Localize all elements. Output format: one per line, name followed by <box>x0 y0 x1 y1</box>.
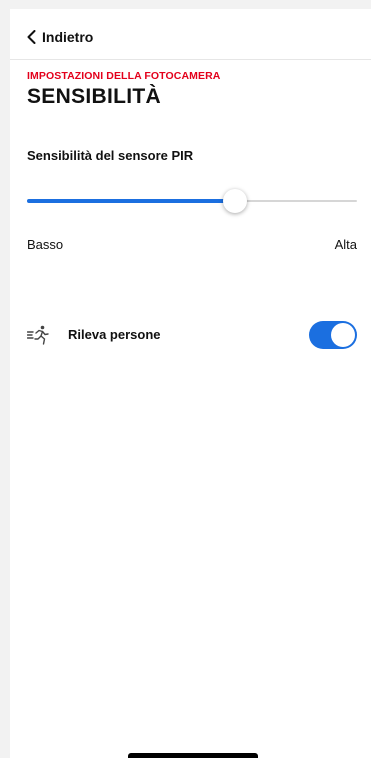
running-person-icon <box>27 325 49 345</box>
back-label: Indietro <box>42 29 94 45</box>
slider-min-label: Basso <box>27 237 64 252</box>
page-title: SENSIBILITÀ <box>27 85 161 108</box>
chevron-left-icon <box>27 30 36 44</box>
person-detection-toggle[interactable] <box>309 321 357 349</box>
person-detection-row: Rileva persone <box>27 317 357 353</box>
slider-thumb[interactable] <box>222 189 247 213</box>
slider-max-label: Alta <box>334 237 357 252</box>
slider-fill <box>27 199 235 203</box>
person-detection-label: Rileva persone <box>68 327 161 342</box>
settings-screen: Indietro IMPOSTAZIONI DELLA FOTOCAMERA S… <box>10 9 371 758</box>
home-indicator <box>128 753 258 758</box>
pir-sensitivity-slider[interactable] <box>27 189 357 213</box>
toggle-knob <box>331 323 355 347</box>
section-kicker: IMPOSTAZIONI DELLA FOTOCAMERA <box>27 70 221 82</box>
back-button[interactable]: Indietro <box>27 29 93 45</box>
pir-sensitivity-label: Sensibilità del sensore PIR <box>27 148 194 163</box>
nav-bar: Indietro <box>10 9 371 60</box>
